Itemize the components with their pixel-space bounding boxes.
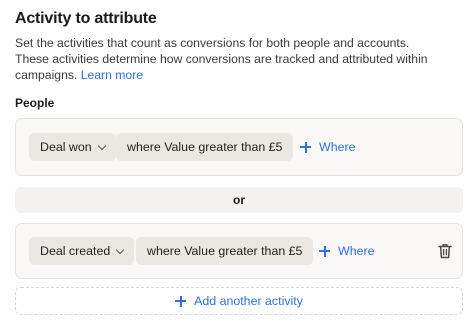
description: Set the activities that count as convers… (15, 35, 435, 83)
condition-chip[interactable]: where Value greater than £5 (116, 133, 294, 161)
rule-card: Deal created where Value greater than £5… (15, 223, 463, 279)
activity-select-label: Deal won (40, 140, 92, 154)
activity-select[interactable]: Deal won (29, 133, 116, 161)
chevron-down-icon (97, 141, 106, 150)
condition-chip[interactable]: where Value greater than £5 (136, 237, 314, 265)
plus-icon (319, 245, 330, 257)
add-another-activity-button[interactable]: Add another activity (15, 287, 463, 315)
activity-select[interactable]: Deal created (29, 237, 135, 265)
add-another-activity-label: Add another activity (194, 294, 303, 308)
add-where-button[interactable]: Where (300, 133, 356, 161)
delete-rule-button[interactable] (438, 243, 452, 259)
condition-label: where Value greater than £5 (147, 244, 303, 258)
add-where-label: Where (319, 140, 356, 154)
or-separator: or (15, 187, 463, 213)
section-label-people: People (15, 96, 55, 110)
trash-icon (438, 244, 452, 259)
rule-card: Deal won where Value greater than £5 Whe… (15, 118, 463, 176)
condition-label: where Value greater than £5 (127, 140, 283, 154)
plus-icon (175, 295, 187, 307)
learn-more-link[interactable]: Learn more (81, 68, 143, 82)
add-where-button[interactable]: Where (319, 237, 375, 265)
chevron-down-icon (116, 245, 125, 254)
add-where-label: Where (338, 244, 375, 258)
activity-select-label: Deal created (40, 244, 111, 258)
page-title: Activity to attribute (15, 10, 157, 27)
plus-icon (300, 141, 311, 153)
description-text: Set the activities that count as convers… (15, 36, 428, 82)
